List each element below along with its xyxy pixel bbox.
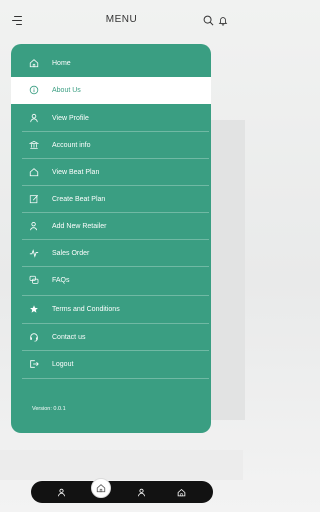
bell-icon[interactable] [218,15,228,26]
nav-users-button[interactable] [134,485,148,499]
divider [22,378,209,379]
star-icon [27,302,41,316]
add-user-icon [27,219,41,233]
menu-item-logout[interactable]: Logout [11,351,211,378]
menu-item-label: View Beat Plan [52,169,100,176]
headset-icon [27,330,41,344]
menu-item-label: Home [52,60,71,67]
menu-item-account-info[interactable]: Account info [11,132,211,159]
home-icon [27,56,41,70]
person-icon [57,488,65,496]
person-icon [27,111,41,125]
menu-item-label: Sales Order [52,250,90,257]
menu-item-view-beat-plan[interactable]: View Beat Plan [11,159,211,186]
menu-item-label: FAQs [52,277,70,284]
nav-home-button[interactable] [91,478,111,498]
menu-item-contact-us[interactable]: Contact us [11,324,211,351]
menu-item-view-profile[interactable]: View Profile [11,105,211,132]
menu-item-terms-and-conditions[interactable]: Terms and Conditions [11,296,211,323]
menu-item-label: Account info [52,142,91,149]
info-icon [27,83,41,97]
chart-pulse-icon [27,246,41,260]
logout-icon [27,357,41,371]
nav-profile-button[interactable] [54,485,68,499]
background-shape [0,450,243,480]
bottom-navigation [31,478,213,503]
house-icon [27,165,41,179]
menu-item-faqs[interactable]: FAQs [11,267,211,294]
menu-item-label: Create Beat Plan [52,196,106,203]
menu-item-create-beat-plan[interactable]: Create Beat Plan [11,186,211,213]
menu-item-label: Logout [52,361,74,368]
menu-item-label: Contact us [52,334,86,341]
nav-beat-plan-button[interactable] [174,485,188,499]
background-shape [205,120,245,420]
home-icon [96,484,106,493]
edit-icon [27,192,41,206]
menu-item-add-new-retailer[interactable]: Add New Retailer [11,213,211,240]
menu-item-label: View Profile [52,115,89,122]
menu-item-label: Terms and Conditions [52,306,120,313]
side-menu: Home About Us View Profile Account info … [11,44,211,433]
user-group-icon [137,488,145,496]
menu-item-home[interactable]: Home [11,50,211,77]
menu-item-label: Add New Retailer [52,223,107,230]
menu-item-label: About Us [52,87,81,94]
menu-item-sales-order[interactable]: Sales Order [11,240,211,267]
app-version: Version: 0.0.1 [32,406,66,412]
search-icon[interactable] [203,15,214,26]
house-icon [177,488,185,496]
menu-item-about-us[interactable]: About Us [11,77,211,104]
chat-icon [27,273,41,287]
bank-icon [27,138,41,152]
top-bar: MENU [0,0,243,40]
